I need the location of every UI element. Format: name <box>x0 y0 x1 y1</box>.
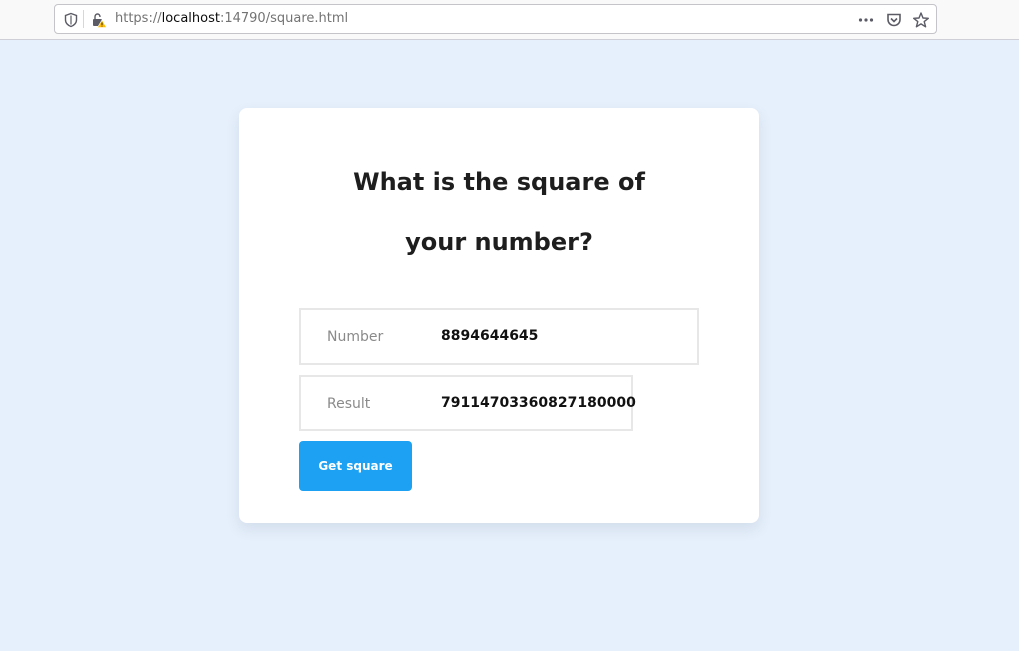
result-label: Result <box>327 396 371 412</box>
url-host: localhost <box>161 11 220 26</box>
address-divider <box>83 10 84 28</box>
number-input[interactable]: 8894644645 <box>441 328 691 344</box>
lock-warning-icon[interactable] <box>91 12 107 28</box>
result-field: Result 79114703360827180000 <box>299 375 636 431</box>
star-icon[interactable] <box>912 11 930 29</box>
browser-toolbar: https://localhost:14790/square.html <box>0 0 1019 40</box>
get-square-button[interactable]: Get square <box>299 441 412 491</box>
more-dots-icon[interactable] <box>857 11 875 29</box>
result-value: 79114703360827180000 <box>441 395 636 411</box>
page-title: What is the square of your number? <box>353 168 645 256</box>
square-card: What is the square of your number? Numbe… <box>239 108 759 523</box>
address-bar[interactable]: https://localhost:14790/square.html <box>54 4 937 34</box>
number-field[interactable]: Number 8894644645 <box>299 308 699 365</box>
url-scheme: https:// <box>115 11 162 26</box>
pocket-icon[interactable] <box>885 11 903 29</box>
url-path: :14790/square.html <box>219 11 349 26</box>
shield-icon[interactable] <box>63 12 79 28</box>
url-text[interactable]: https://localhost:14790/square.html <box>115 11 348 26</box>
number-label: Number <box>327 329 384 345</box>
